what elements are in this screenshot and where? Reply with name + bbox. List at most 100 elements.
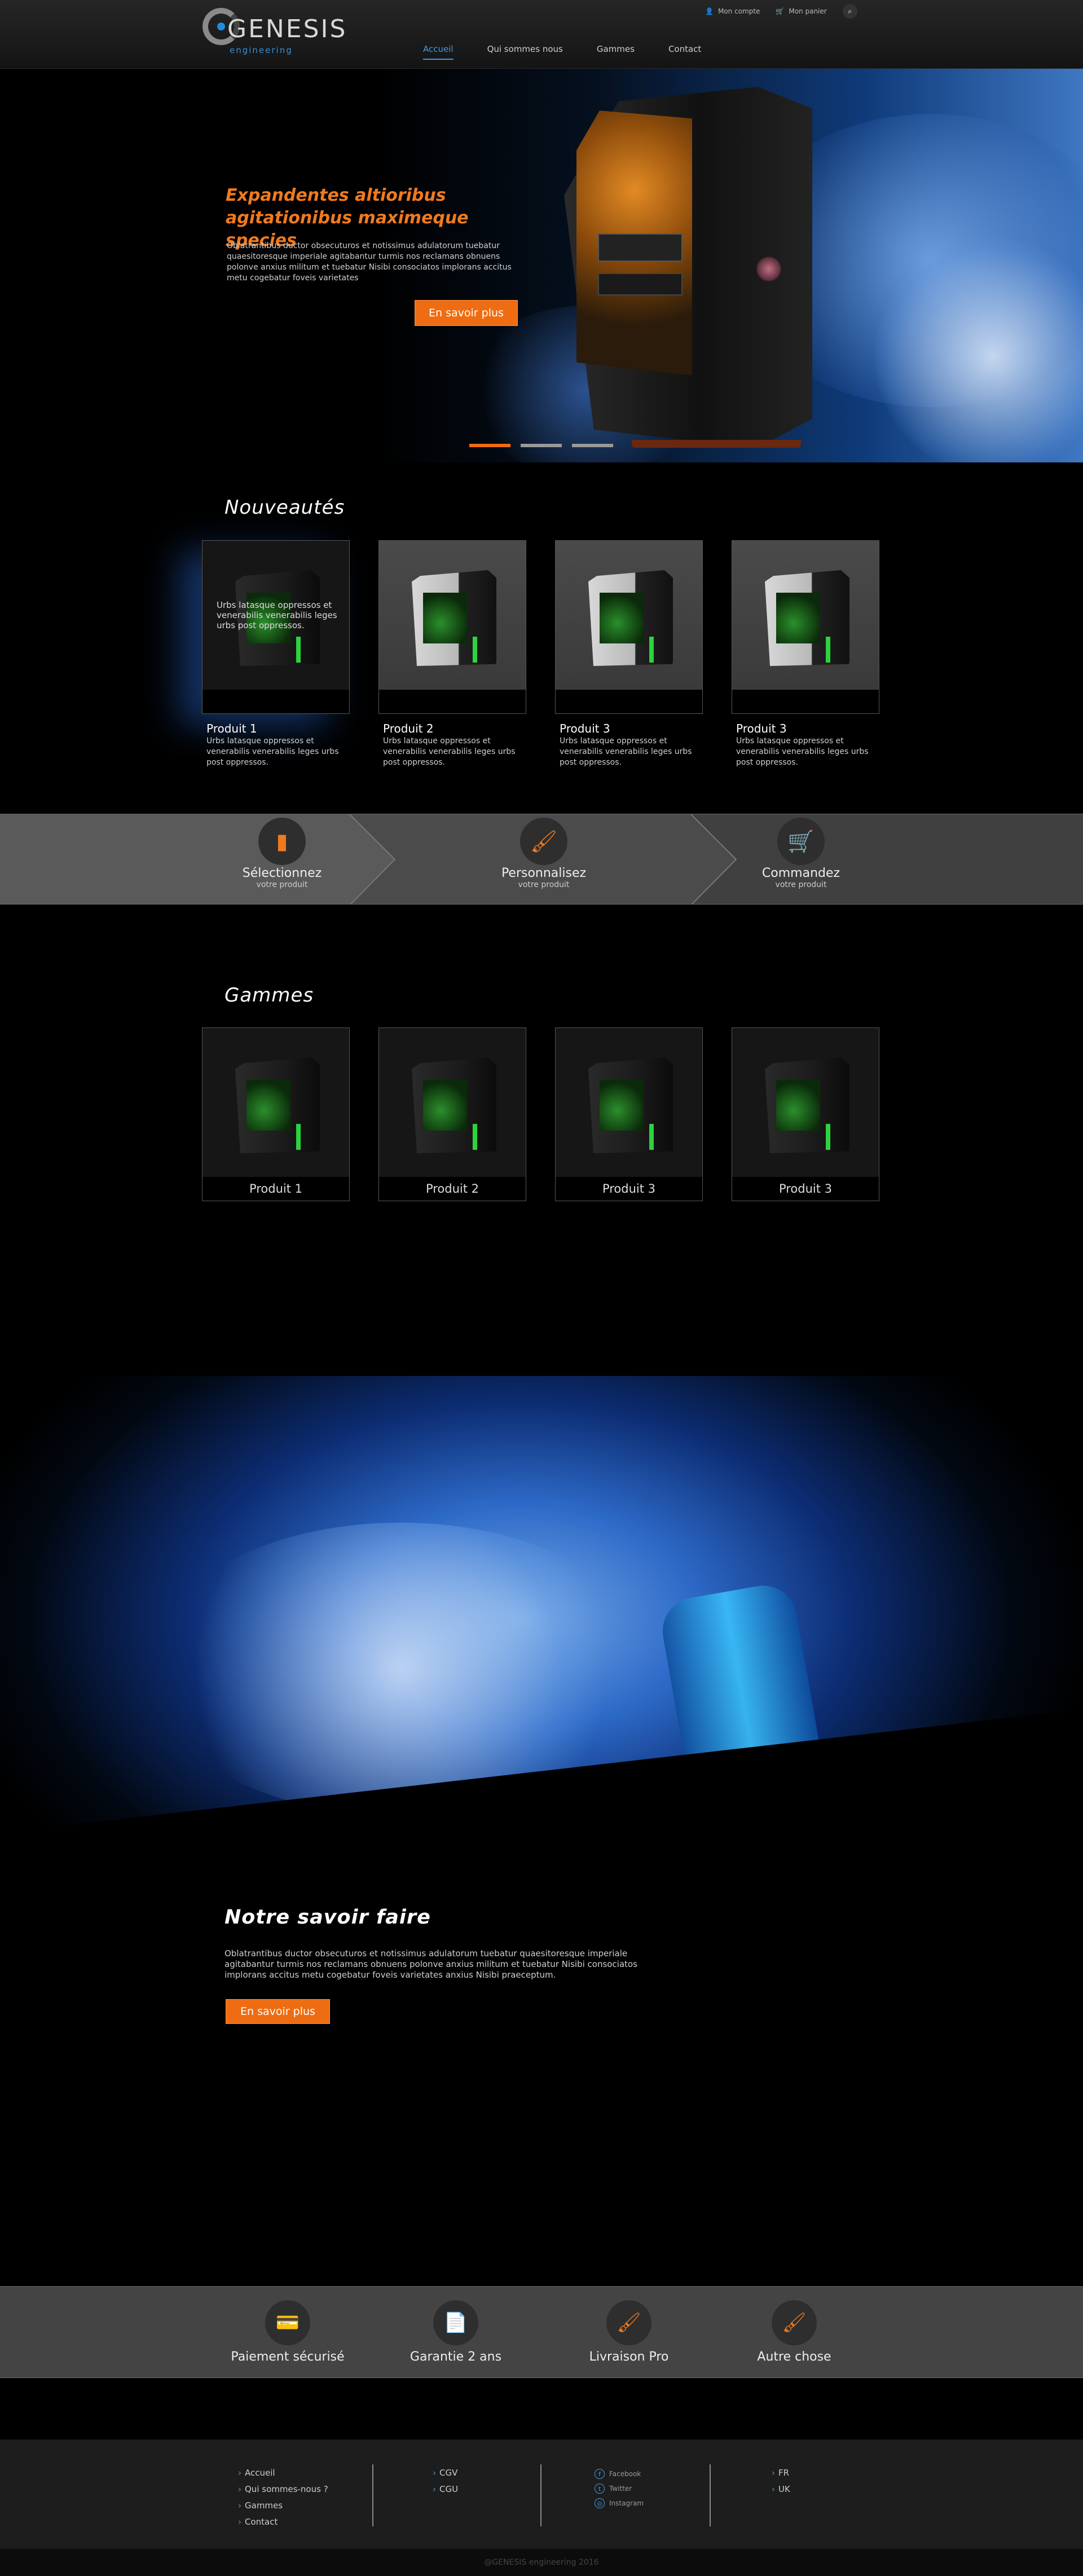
ranges-title: Gammes xyxy=(224,984,314,1007)
range-card[interactable]: Produit 3 xyxy=(555,1027,703,1201)
step-subtitle: votre produit xyxy=(518,880,570,889)
cart-link[interactable]: 🛒 Mon panier xyxy=(776,7,826,15)
logo-text: GENESIS xyxy=(227,15,347,43)
case-gpu xyxy=(598,233,683,262)
hero-learn-more-button[interactable]: En savoir plus xyxy=(415,300,518,326)
news-card[interactable]: Urbs latasque oppressos et venerabilis v… xyxy=(202,540,350,714)
pc-case-image xyxy=(588,570,673,666)
hero-pc-case-image xyxy=(564,87,812,448)
product-thumbnail xyxy=(556,1028,702,1177)
product-name[interactable]: Produit 3 xyxy=(560,722,610,735)
search-icon: ⌕ xyxy=(848,7,852,16)
social-label: Instagram xyxy=(609,2499,644,2507)
footer-link[interactable]: Accueil xyxy=(238,2468,328,2478)
step-title: Sélectionnez xyxy=(242,866,322,880)
social-label: Twitter xyxy=(609,2485,632,2493)
footer-link[interactable]: Qui sommes-nous ? xyxy=(238,2484,328,2494)
footer-link[interactable]: Gammes xyxy=(238,2500,328,2511)
product-thumbnail xyxy=(732,1028,879,1177)
cart-label: Mon panier xyxy=(789,7,827,15)
nav-contact[interactable]: Contact xyxy=(668,44,701,60)
warranty-document-icon: 📄 xyxy=(433,2300,478,2345)
news-card[interactable] xyxy=(732,540,879,714)
product-thumbnail xyxy=(556,541,702,690)
slider-dot[interactable] xyxy=(521,444,562,447)
feature-label: Autre chose xyxy=(757,2350,831,2364)
product-thumbnail xyxy=(379,541,526,690)
top-bar: 👤 Mon compte 🛒 Mon panier ⌕ xyxy=(705,3,857,19)
product-name[interactable]: Produit 2 xyxy=(383,722,434,735)
footer-link[interactable]: Contact xyxy=(238,2517,328,2527)
range-name: Produit 3 xyxy=(602,1182,656,1196)
footer-divider xyxy=(372,2464,373,2526)
slider-dot[interactable] xyxy=(572,444,613,447)
footer-divider xyxy=(710,2464,711,2526)
pc-case-image xyxy=(235,1057,320,1153)
footer-link[interactable]: CGV xyxy=(433,2468,458,2478)
cart-icon: 🛒 xyxy=(777,818,825,865)
product-name[interactable]: Produit 1 xyxy=(206,722,257,735)
card-footer xyxy=(379,690,526,713)
footer-social: f Facebook t Twitter ◎ Instagram xyxy=(590,2469,644,2513)
step-title: Personnalisez xyxy=(501,866,587,880)
slider-dot[interactable] xyxy=(469,444,510,447)
footer-legal: CGV CGU xyxy=(433,2468,458,2500)
feature-label: Garantie 2 ans xyxy=(410,2350,502,2364)
site-footer: Accueil Qui sommes-nous ? Gammes Contact… xyxy=(0,2440,1083,2549)
paintbrush-icon: 🖌 xyxy=(520,818,567,865)
news-card[interactable] xyxy=(555,540,703,714)
language-fr[interactable]: FR xyxy=(772,2468,790,2478)
feature-label: Paiement sécurisé xyxy=(231,2350,345,2364)
news-card[interactable] xyxy=(378,540,526,714)
product-thumbnail xyxy=(379,1028,526,1177)
know-how-learn-more-button[interactable]: En savoir plus xyxy=(226,1999,330,2024)
footer-divider xyxy=(540,2464,542,2526)
pc-case-image xyxy=(412,570,496,666)
social-instagram-link[interactable]: ◎ Instagram xyxy=(590,2498,644,2508)
social-label: Facebook xyxy=(609,2470,641,2478)
step-order: 🛒 Commandez votre produit xyxy=(728,818,874,889)
social-facebook-link[interactable]: f Facebook xyxy=(590,2469,644,2479)
nav-gammes[interactable]: Gammes xyxy=(597,44,635,60)
range-card[interactable]: Produit 3 xyxy=(732,1027,879,1201)
card-footer xyxy=(556,690,702,713)
step-title: Commandez xyxy=(761,866,840,880)
feature-label: Livraison Pro xyxy=(589,2350,669,2364)
nav-accueil[interactable]: Accueil xyxy=(423,44,454,60)
process-steps-band: ▮ Sélectionnez votre produit 🖌 Personnal… xyxy=(0,814,1083,905)
hero-slider: Expandentes altioribus agitationibus max… xyxy=(0,69,1083,462)
product-thumbnail xyxy=(202,1028,349,1177)
feature-warranty: 📄 Garantie 2 ans xyxy=(371,2300,540,2364)
paintbrush-icon: 🖌 xyxy=(606,2300,651,2345)
genesis-logo[interactable]: GENESIS engineering xyxy=(200,5,369,61)
product-name[interactable]: Produit 3 xyxy=(736,722,787,735)
nav-qui-sommes-nous[interactable]: Qui sommes nous xyxy=(487,44,563,60)
product-thumbnail xyxy=(732,541,879,690)
paintbrush-icon: 🖌 xyxy=(772,2300,817,2345)
pc-case-image xyxy=(765,1057,849,1153)
case-gpu xyxy=(598,273,683,295)
know-how-banner-image xyxy=(0,1376,1083,1979)
product-description: Urbs latasque oppressos et venerabilis v… xyxy=(736,736,869,767)
search-button[interactable]: ⌕ xyxy=(842,4,857,19)
range-name: Produit 3 xyxy=(778,1182,833,1196)
site-header: GENESIS engineering 👤 Mon compte 🛒 Mon p… xyxy=(0,0,1083,69)
feature-delivery: 🖌 Livraison Pro xyxy=(544,2300,714,2364)
language-uk[interactable]: UK xyxy=(772,2484,790,2494)
footer-link[interactable]: CGU xyxy=(433,2484,458,2494)
footer-nav: Accueil Qui sommes-nous ? Gammes Contact xyxy=(238,2468,328,2533)
account-link[interactable]: 👤 Mon compte xyxy=(705,7,760,15)
social-twitter-link[interactable]: t Twitter xyxy=(590,2484,644,2494)
feature-other: 🖌 Autre chose xyxy=(710,2300,879,2364)
step-customize: 🖌 Personnalisez votre produit xyxy=(470,818,617,889)
know-how-title: Notre savoir faire xyxy=(224,1906,431,1929)
twitter-icon: t xyxy=(595,2484,605,2494)
product-description: Urbs latasque oppressos et venerabilis v… xyxy=(560,736,692,767)
cart-icon: 🛒 xyxy=(776,7,785,15)
user-icon: 👤 xyxy=(705,7,714,15)
range-card[interactable]: Produit 1 xyxy=(202,1027,350,1201)
card-footer xyxy=(202,690,349,713)
step-select: ▮ Sélectionnez votre produit xyxy=(209,818,355,889)
range-card[interactable]: Produit 2 xyxy=(378,1027,526,1201)
instagram-icon: ◎ xyxy=(595,2498,605,2508)
